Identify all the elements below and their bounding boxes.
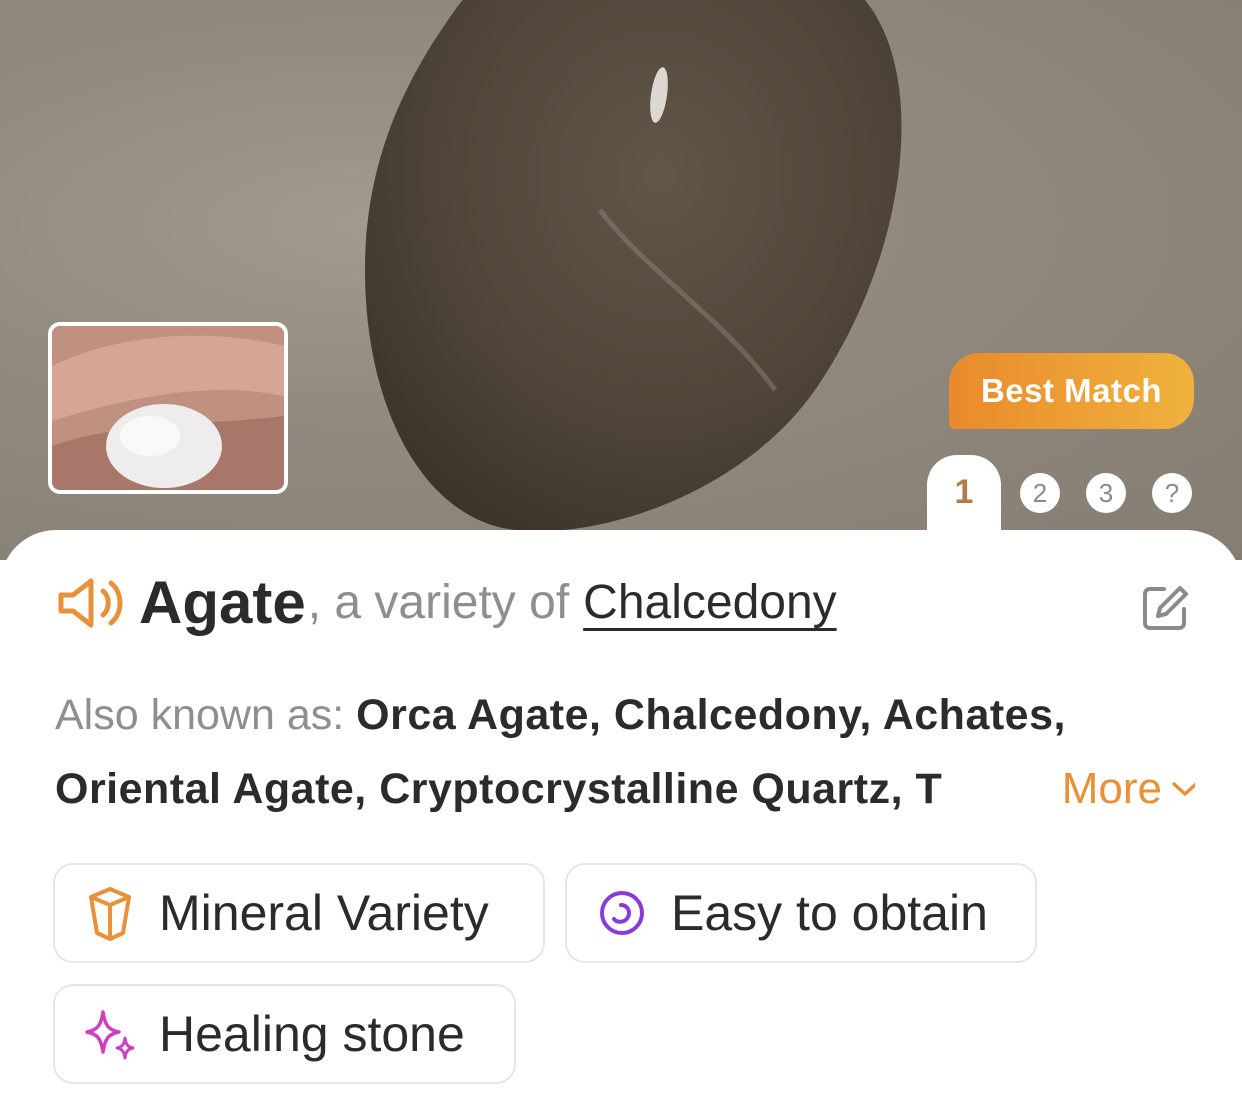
aka-names-line1: Orca Agate, Chalcedony, Achates,	[356, 691, 1066, 739]
best-match-badge: Best Match	[949, 353, 1194, 429]
chevron-down-icon	[1172, 782, 1195, 796]
sparkle-icon	[85, 1010, 135, 1060]
tag-label: Mineral Variety	[159, 885, 489, 941]
tag-label: Easy to obtain	[671, 885, 988, 941]
aka-label: Also known as:	[55, 691, 345, 739]
obtain-circle-icon	[600, 891, 644, 935]
photo-viewer[interactable]: Best Match	[0, 0, 1242, 560]
tag-easy-to-obtain[interactable]: Easy to obtain	[565, 863, 1037, 963]
tab-label: ?	[1164, 477, 1180, 508]
aka-names-line2: Oriental Agate, Cryptocrystalline Quartz…	[55, 765, 943, 813]
speaker-icon[interactable]	[55, 573, 123, 633]
result-title: Agate , a variety of Chalcedony	[55, 560, 837, 645]
stone-photo	[365, 0, 902, 532]
tab-result-unknown[interactable]: ?	[1152, 473, 1192, 513]
edit-icon[interactable]	[1140, 583, 1190, 633]
also-known-as: Also known as: Orca Agate, Chalcedony, A…	[55, 678, 1195, 826]
tab-result-2[interactable]: 2	[1020, 473, 1060, 513]
tab-result-1[interactable]: 1	[927, 455, 1001, 545]
tab-label: 2	[1032, 477, 1048, 508]
more-label: More	[1061, 764, 1162, 813]
tag-healing-stone[interactable]: Healing stone	[53, 984, 516, 1084]
crystal-icon	[89, 887, 131, 941]
variety-prefix: , a variety of	[307, 576, 570, 629]
variety-link[interactable]: Chalcedony	[583, 575, 837, 630]
uploaded-photo-thumbnail[interactable]	[48, 322, 288, 494]
tab-label: 3	[1098, 477, 1114, 508]
tab-result-3[interactable]: 3	[1086, 473, 1126, 513]
tag-mineral-variety[interactable]: Mineral Variety	[53, 863, 545, 963]
thumbnail-image	[52, 326, 284, 490]
more-button[interactable]: More	[1040, 752, 1195, 826]
mineral-name: Agate	[139, 569, 306, 636]
tag-label: Healing stone	[159, 1006, 465, 1062]
